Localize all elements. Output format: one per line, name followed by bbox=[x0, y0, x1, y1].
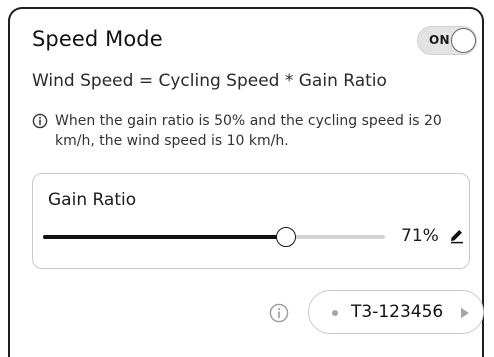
toggle-knob bbox=[451, 28, 476, 53]
formula-text: Wind Speed = Cycling Speed * Gain Ratio bbox=[32, 71, 387, 91]
toggle-label: ON bbox=[429, 33, 450, 47]
info-circle-icon[interactable] bbox=[269, 303, 289, 323]
gain-ratio-slider[interactable] bbox=[43, 227, 385, 247]
play-triangle-icon bbox=[461, 307, 469, 319]
device-selector-button[interactable]: T3-123456 bbox=[308, 290, 484, 334]
speed-mode-card: Speed Mode ON Wind Speed = Cycling Speed… bbox=[8, 7, 484, 357]
device-name: T3-123456 bbox=[351, 302, 444, 322]
slider-thumb[interactable] bbox=[275, 227, 296, 247]
info-icon bbox=[32, 113, 48, 129]
gain-ratio-label: Gain Ratio bbox=[48, 190, 137, 210]
gain-ratio-panel: Gain Ratio 71% bbox=[32, 173, 470, 269]
info-note-text: When the gain ratio is 50% and the cycli… bbox=[55, 113, 442, 149]
status-dot bbox=[332, 310, 338, 316]
speed-mode-toggle[interactable]: ON bbox=[417, 26, 477, 55]
pencil-icon[interactable] bbox=[448, 227, 465, 244]
slider-fill bbox=[43, 235, 286, 239]
speed-mode-title: Speed Mode bbox=[32, 27, 163, 51]
gain-ratio-value: 71% bbox=[401, 226, 439, 246]
